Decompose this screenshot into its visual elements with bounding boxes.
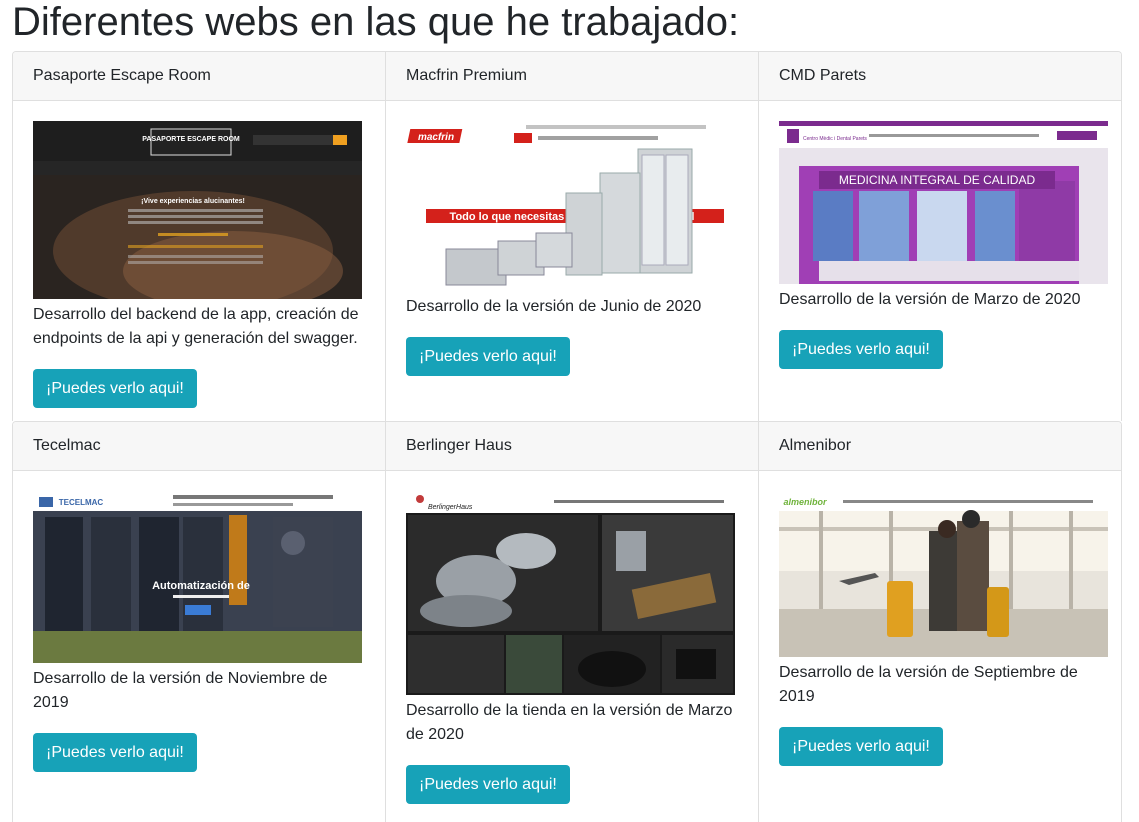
card-header: Macfrin Premium xyxy=(386,52,758,101)
thumb-brand: macfrin xyxy=(418,132,454,143)
card-header: Almenibor xyxy=(759,422,1121,471)
project-screenshot-tecelmac: TECELMAC Automatización de xyxy=(33,491,362,663)
page-title: Diferentes webs en las que he trabajado: xyxy=(12,0,740,44)
card-header: Berlinger Haus xyxy=(386,422,758,471)
card-header: Pasaporte Escape Room xyxy=(13,52,385,101)
project-description: Desarrollo de la tienda en la versión de… xyxy=(406,702,733,743)
thumb-brand: PASAPORTE ESCAPE ROOM xyxy=(142,136,240,143)
view-project-button[interactable]: ¡Puedes verlo aqui! xyxy=(779,330,943,369)
view-project-button[interactable]: ¡Puedes verlo aqui! xyxy=(406,337,570,376)
thumb-headline: ¡Vive experiencias alucinantes! xyxy=(141,198,245,205)
card-header: Tecelmac xyxy=(13,422,385,471)
thumb-brand: almenibor xyxy=(783,497,827,507)
project-description: Desarrollo de la versión de Septiembre d… xyxy=(779,664,1078,705)
view-project-button[interactable]: ¡Puedes verlo aqui! xyxy=(33,733,197,772)
project-screenshot-almenibor: almenibor xyxy=(779,491,1108,657)
portfolio-row-1: Pasaporte Escape Room PASAPORTE ESCAPE R… xyxy=(12,51,1122,421)
view-project-button[interactable]: ¡Puedes verlo aqui! xyxy=(406,765,570,804)
portfolio-row-2: Tecelmac TECELMAC Automatización de Desa… xyxy=(12,421,1122,822)
project-card-tecelmac: Tecelmac TECELMAC Automatización de Desa… xyxy=(13,422,385,822)
card-header: CMD Parets xyxy=(759,52,1121,101)
project-screenshot-cmd-parets: Centro Mèdic i Dental Parets MEDICINA IN… xyxy=(779,121,1108,284)
project-card-berlinger-haus: Berlinger Haus BerlingerHaus Desarrollo … xyxy=(385,422,758,822)
project-card-cmd-parets: CMD Parets Centro Mèdic i Dental Parets xyxy=(758,52,1121,421)
thumb-brand: Centro Mèdic i Dental Parets xyxy=(803,136,867,142)
project-screenshot-pasaporte: PASAPORTE ESCAPE ROOM ¡Vive experiencias… xyxy=(33,121,362,299)
thumb-brand: BerlingerHaus xyxy=(428,504,473,511)
project-screenshot-berlinger-haus: BerlingerHaus xyxy=(406,491,735,695)
project-description: Desarrollo de la versión de Marzo de 202… xyxy=(779,291,1081,308)
project-card-almenibor: Almenibor almenibor Desarrollo de la ver… xyxy=(758,422,1121,822)
thumb-headline: MEDICINA INTEGRAL DE CALIDAD xyxy=(839,173,1036,187)
project-description: Desarrollo de la versión de Noviembre de… xyxy=(33,670,328,711)
project-screenshot-macfrin: macfrin Todo lo que necesitas para tu co… xyxy=(406,121,735,291)
view-project-button[interactable]: ¡Puedes verlo aqui! xyxy=(33,369,197,408)
project-description: Desarrollo de la versión de Junio de 202… xyxy=(406,298,702,315)
thumb-brand: TECELMAC xyxy=(59,498,104,507)
project-card-pasaporte: Pasaporte Escape Room PASAPORTE ESCAPE R… xyxy=(13,52,385,421)
thumb-headline: Automatización de xyxy=(152,580,250,592)
view-project-button[interactable]: ¡Puedes verlo aqui! xyxy=(779,727,943,766)
portfolio-grid: Pasaporte Escape Room PASAPORTE ESCAPE R… xyxy=(12,51,1122,822)
project-description: Desarrollo del backend de la app, creaci… xyxy=(33,306,359,347)
project-card-macfrin: Macfrin Premium macfrin Todo lo que nece… xyxy=(385,52,758,421)
